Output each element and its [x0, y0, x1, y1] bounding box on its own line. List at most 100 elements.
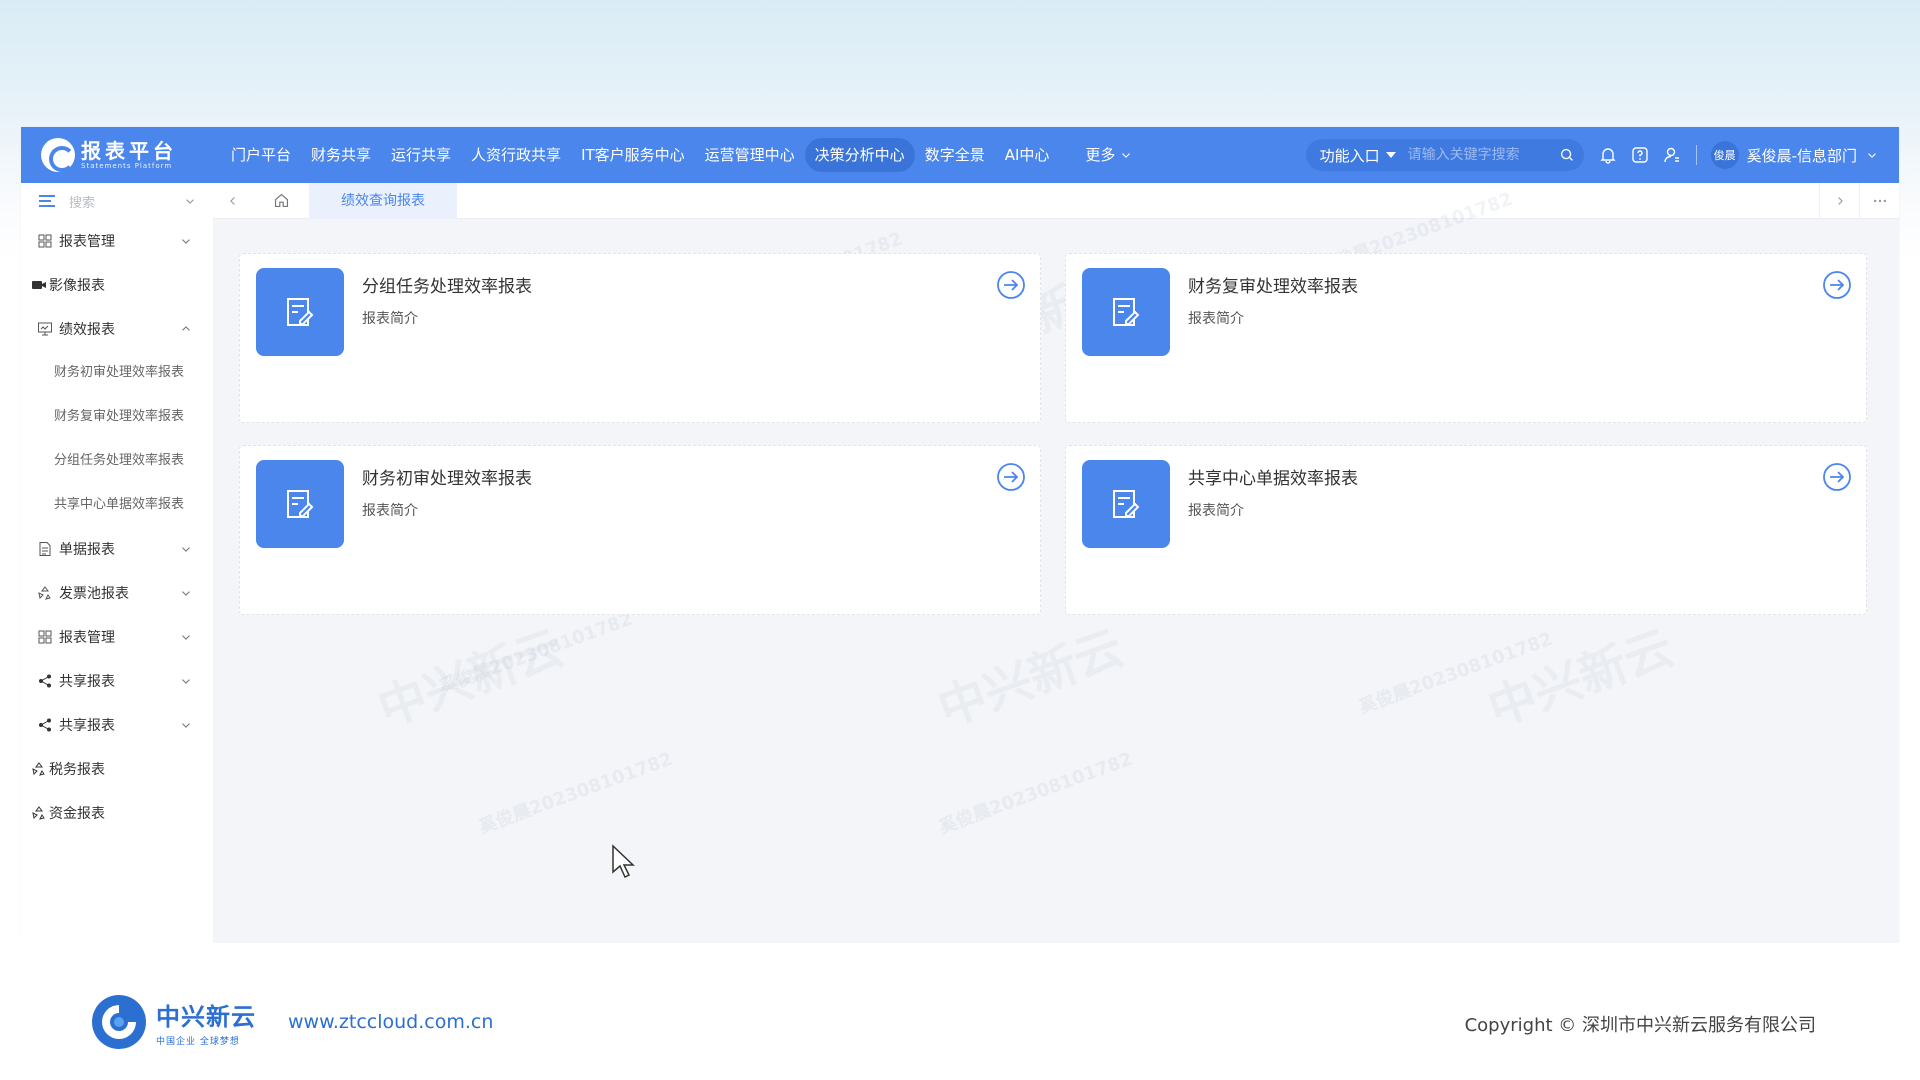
share-icon — [39, 718, 51, 732]
brand-logo-area[interactable]: 报表平台 Statements Platform — [21, 138, 211, 172]
sidebar-item-invoice-pool-report[interactable]: 发票池报表 — [21, 571, 213, 615]
nav-item-ops-management[interactable]: 运营管理中心 — [695, 138, 805, 172]
sidebar-item-label: 共享报表 — [59, 718, 115, 734]
chevron-down-icon — [186, 199, 194, 204]
recycle-icon — [38, 586, 51, 600]
report-card-icon — [256, 460, 344, 548]
arrow-right-circle-icon[interactable] — [996, 462, 1026, 492]
report-card[interactable]: 财务复审处理效率报表 报表简介 — [1065, 253, 1867, 423]
caret-down-icon[interactable] — [1385, 152, 1396, 158]
nav-item-digital-panorama[interactable]: 数字全景 — [915, 138, 995, 172]
recycle-icon — [32, 806, 45, 820]
brand-logo-icon — [41, 138, 75, 172]
nav-item-portal[interactable]: 门户平台 — [221, 138, 301, 172]
search-icon[interactable] — [1558, 146, 1576, 164]
nav-item-finance-share[interactable]: 财务共享 — [301, 138, 381, 172]
document-icon — [39, 542, 51, 556]
sidebar-search[interactable]: 搜索 — [21, 183, 213, 219]
chevron-down-icon — [182, 679, 190, 684]
chevron-right-icon — [1837, 196, 1843, 205]
tab-home-button[interactable] — [253, 183, 309, 219]
sidebar-item-label: 单据报表 — [59, 542, 115, 558]
sidebar-item-performance-report[interactable]: 绩效报表 — [21, 307, 213, 351]
monitor-icon — [38, 322, 52, 336]
tab-performance-query[interactable]: 绩效查询报表 — [309, 182, 457, 219]
tab-bar: 绩效查询报表 — [213, 182, 1899, 219]
bell-icon[interactable] — [1598, 145, 1618, 165]
recycle-icon — [32, 762, 45, 776]
footer-copyright: Copyright © 深圳市中兴新云服务有限公司 — [1464, 1015, 1816, 1036]
function-entry-dropdown[interactable]: 功能入口 — [1320, 145, 1380, 166]
menu-collapse-icon[interactable] — [37, 191, 57, 211]
arrow-right-circle-icon[interactable] — [1822, 462, 1852, 492]
sidebar-item-shared-report[interactable]: 共享报表 — [21, 659, 213, 703]
footer-logo-slogan: 中国企业 全球梦想 — [156, 1037, 240, 1047]
report-card-icon — [1082, 460, 1170, 548]
tab-scroll-right-button[interactable] — [1819, 182, 1859, 219]
report-card-icon — [1082, 268, 1170, 356]
footer-url-link[interactable]: www.ztccloud.com.cn — [288, 1011, 493, 1033]
share-icon — [39, 674, 51, 688]
footer-logo-name: 中兴新云 — [156, 1003, 256, 1031]
sidebar-item-report-management[interactable]: 报表管理 — [21, 219, 213, 263]
tab-scroll-left-button[interactable] — [213, 183, 253, 219]
sidebar-subitem-initial-review[interactable]: 财务初审处理效率报表 — [21, 351, 201, 395]
sidebar-item-tax-report[interactable]: 税务报表 — [21, 747, 213, 791]
sidebar-item-document-report[interactable]: 单据报表 — [21, 527, 213, 571]
report-card-icon — [256, 268, 344, 356]
sidebar-item-shared-report-2[interactable]: 共享报表 — [21, 703, 213, 747]
report-card-title: 财务初审处理效率报表 — [362, 469, 532, 489]
tab-more-button[interactable] — [1859, 182, 1899, 219]
arrow-right-circle-icon[interactable] — [996, 270, 1026, 300]
chevron-down-icon — [1868, 153, 1876, 158]
sidebar-item-report-management-2[interactable]: 报表管理 — [21, 615, 213, 659]
footer-logo-text: 中兴新云 中国企业 全球梦想 — [156, 997, 256, 1047]
sidebar-search-label: 搜索 — [69, 195, 96, 211]
nav-item-operation-share[interactable]: 运行共享 — [381, 138, 461, 172]
chevron-down-icon — [182, 635, 190, 640]
chevron-down-icon — [182, 723, 190, 728]
avatar: 俊晨 — [1710, 141, 1739, 169]
arrow-right-circle-icon[interactable] — [1822, 270, 1852, 300]
user-icon[interactable] — [1662, 145, 1682, 165]
report-card[interactable]: 共享中心单据效率报表 报表简介 — [1065, 445, 1867, 615]
report-card[interactable]: 分组任务处理效率报表 报表简介 — [239, 253, 1041, 423]
video-icon — [32, 281, 46, 289]
sidebar-item-label: 税务报表 — [49, 762, 105, 778]
page-footer: 中兴新云 中国企业 全球梦想 www.ztccloud.com.cn Copyr… — [0, 943, 1920, 1080]
sidebar-item-image-report[interactable]: 影像报表 — [21, 263, 213, 307]
report-card-title: 共享中心单据效率报表 — [1188, 469, 1358, 489]
more-horizontal-icon — [1873, 199, 1886, 202]
nav-item-decision-analysis[interactable]: 决策分析中心 — [804, 138, 915, 172]
sidebar-subitem-re-review[interactable]: 财务复审处理效率报表 — [21, 395, 201, 439]
grid-icon — [38, 234, 52, 248]
nav-item-it-service[interactable]: IT客户服务中心 — [571, 138, 695, 172]
function-search-box: 功能入口 — [1305, 139, 1584, 171]
sidebar-subitem-shared-center[interactable]: 共享中心单据效率报表 — [21, 483, 201, 527]
edit-document-icon — [1113, 490, 1140, 518]
top-navbar: 报表平台 Statements Platform 门户平台 财务共享 运行共享 … — [21, 127, 1899, 183]
sidebar-subitem-group-task[interactable]: 分组任务处理效率报表 — [21, 439, 201, 483]
nav-item-hr-admin-share[interactable]: 人资行政共享 — [461, 138, 571, 172]
watermark-text: 奚俊晨202308101782 — [936, 748, 1136, 839]
keyword-search-input[interactable] — [1407, 147, 1558, 163]
nav-item-ai-center[interactable]: AI中心 — [995, 138, 1060, 172]
chevron-down-icon — [182, 547, 190, 552]
watermark-logo: 中兴新云 — [930, 619, 1131, 738]
watermark-logo: 中兴新云 — [1480, 619, 1681, 738]
report-card-title: 分组任务处理效率报表 — [362, 277, 532, 297]
sidebar-item-fund-report[interactable]: 资金报表 — [21, 791, 213, 835]
home-icon — [274, 193, 288, 208]
nav-more-button[interactable]: 更多 — [1075, 138, 1143, 172]
help-icon[interactable] — [1630, 145, 1650, 165]
sidebar-item-label: 报表管理 — [59, 234, 115, 250]
user-menu[interactable]: 俊晨 奚俊晨-信息部门 — [1710, 141, 1879, 169]
chevron-down-icon — [182, 239, 190, 244]
mouse-cursor-icon — [612, 844, 635, 879]
brand-subtitle: Statements Platform — [81, 161, 173, 170]
brand-title: 报表平台 — [81, 138, 177, 163]
chevron-down-icon — [182, 591, 190, 596]
report-card[interactable]: 财务初审处理效率报表 报表简介 — [239, 445, 1041, 615]
sidebar-item-label: 发票池报表 — [59, 586, 129, 602]
chevron-up-icon — [182, 326, 190, 331]
